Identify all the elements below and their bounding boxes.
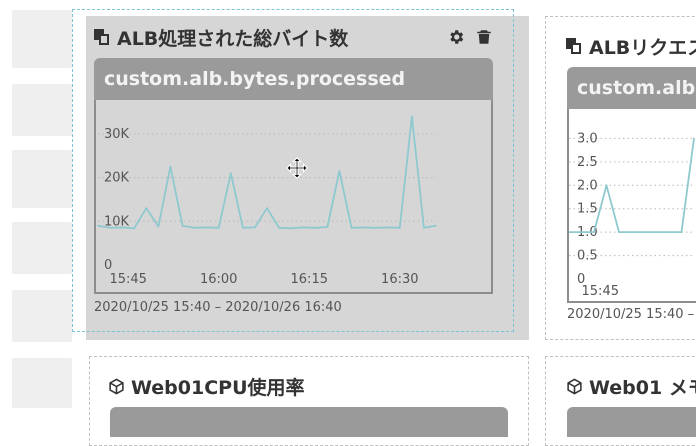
y-tick-label: 0.5 xyxy=(577,249,598,264)
data-point xyxy=(630,231,633,233)
widget-web01-memory[interactable]: Web01 メモ xyxy=(545,356,696,446)
chart-panel: custom.alb.re 00.51.01.52.02.53.015:45 xyxy=(567,67,696,303)
widget-web01-cpu[interactable]: Web01CPU使用率 xyxy=(89,356,529,446)
data-point xyxy=(655,231,658,233)
drag-placeholder xyxy=(72,9,514,332)
grid-cell xyxy=(12,10,72,68)
widget-title-text: Web01 メモ xyxy=(589,377,696,399)
time-range: 2020/10/25 15:40 – xyxy=(567,307,695,322)
chart-panel-header xyxy=(567,407,696,437)
chart-panel-header xyxy=(110,407,508,437)
x-tick-label: 15:45 xyxy=(582,284,619,299)
copy-icon[interactable] xyxy=(566,38,583,55)
data-point xyxy=(680,231,683,233)
chart-area: 0 0.5 1.0 1.5 2.0 2.5 3.0 15:45 xyxy=(567,109,696,303)
widget-title-text: ALBリクエスト xyxy=(589,37,696,59)
data-point xyxy=(643,231,645,233)
data-point xyxy=(693,137,695,140)
grid-cell xyxy=(12,150,72,208)
data-point xyxy=(580,231,583,233)
widget-title-text: Web01CPU使用率 xyxy=(131,377,305,399)
widget-alb-requests[interactable]: ALBリクエスト custom.alb.re 00.51.01.52.02.53… xyxy=(545,16,696,340)
grid-cell xyxy=(12,84,72,136)
data-point xyxy=(605,184,608,187)
cube-icon xyxy=(109,378,124,395)
data-point xyxy=(593,231,595,233)
y-tick-label: 3.0 xyxy=(577,131,598,146)
data-point xyxy=(668,231,670,233)
y-tick-label: 2.0 xyxy=(577,178,598,193)
grid-cell xyxy=(12,222,72,274)
grid-cell xyxy=(12,290,72,342)
y-tick-label: 2.5 xyxy=(577,155,598,170)
metric-name: custom.alb.re xyxy=(567,67,696,109)
y-tick-label: 1.5 xyxy=(577,202,598,217)
widget-title: Web01CPU使用率 xyxy=(108,373,305,400)
widget-title: ALBリクエスト xyxy=(566,33,696,60)
grid-cell xyxy=(12,358,72,408)
widget-title: Web01 メモ xyxy=(566,373,696,400)
cube-icon xyxy=(567,378,582,395)
line-chart: 00.51.01.52.02.53.015:45 xyxy=(569,131,695,299)
data-point xyxy=(618,231,620,233)
